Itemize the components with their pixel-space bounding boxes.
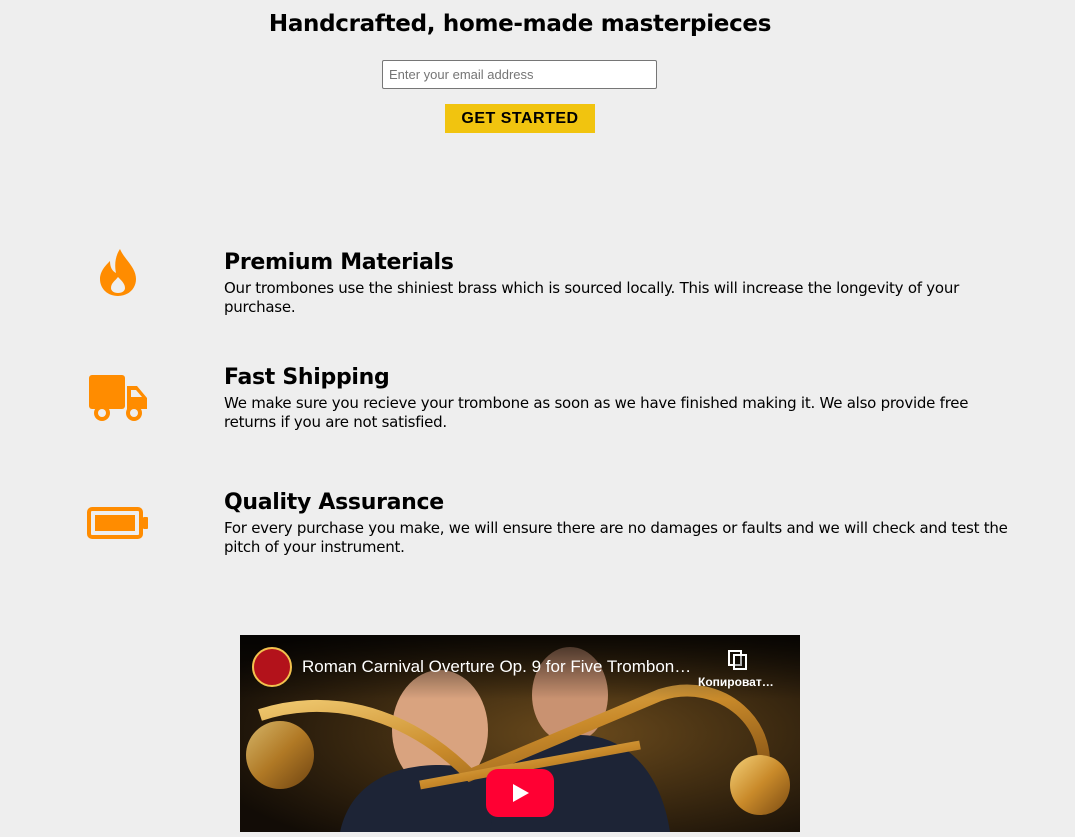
battery-full-icon — [85, 496, 151, 550]
video-title[interactable]: Roman Carnival Overture Op. 9 for Five T… — [302, 657, 692, 677]
feature-title: Premium Materials — [224, 250, 454, 275]
feature-text: We make sure you recieve your trombone a… — [224, 394, 969, 431]
play-button[interactable] — [486, 769, 554, 817]
copy-link-button[interactable]: Копировать ссылку — [698, 649, 778, 689]
video-embed[interactable]: Roman Carnival Overture Op. 9 for Five T… — [240, 635, 800, 832]
email-input[interactable] — [382, 60, 657, 89]
copy-icon — [728, 650, 747, 670]
play-icon — [513, 784, 529, 802]
fire-icon — [85, 245, 151, 299]
feature-text: For every purchase you make, we will ens… — [224, 519, 1008, 556]
channel-avatar[interactable] — [252, 647, 292, 687]
feature-text: Our trombones use the shiniest brass whi… — [224, 279, 960, 316]
hero-title: Handcrafted, home-made masterpieces — [268, 11, 772, 37]
truck-icon — [85, 370, 151, 424]
feature-title: Quality Assurance — [224, 490, 444, 515]
feature-title: Fast Shipping — [224, 365, 390, 390]
copy-link-label: Копировать ссылку — [698, 675, 778, 689]
get-started-button[interactable]: GET STARTED — [445, 104, 595, 133]
